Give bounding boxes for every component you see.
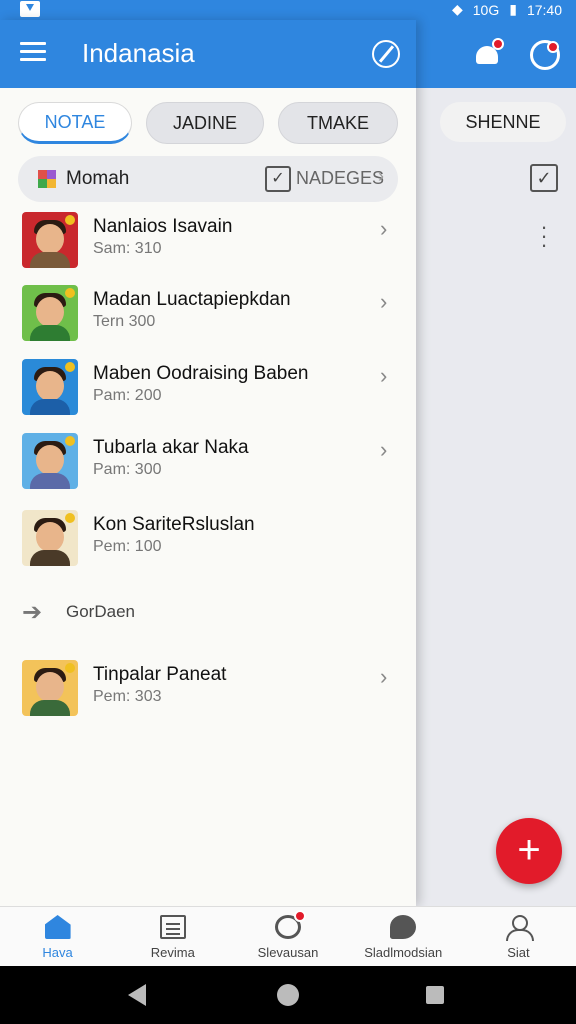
- contact-sub: Sam: 310: [93, 240, 162, 257]
- nav-label: Hava: [42, 945, 73, 960]
- nav-item-hava[interactable]: Hava: [0, 907, 115, 966]
- contact-sub: Pem: 100: [93, 538, 162, 555]
- tab-bar: NOTAE JADINE TMAKE: [18, 102, 398, 144]
- nav-item-revima[interactable]: Revima: [115, 907, 230, 966]
- chevron-right-icon: ›: [380, 216, 388, 241]
- chevron-right-icon: ›: [378, 166, 384, 186]
- filter-badge-label: NADEGES: [296, 168, 385, 188]
- menu-icon[interactable]: [20, 42, 46, 62]
- contact-name: Nanlaios Isavain: [93, 216, 233, 237]
- avatar: [22, 660, 78, 716]
- list-item[interactable]: Tubarla akar Naka Pam: 300 ›: [0, 433, 416, 503]
- tab-jadine[interactable]: JADINE: [146, 102, 264, 144]
- sync-icon[interactable]: [530, 40, 560, 70]
- more-options-icon[interactable]: · · ·: [536, 216, 552, 256]
- bottom-navigation: Hava Revima Slevausan Sladlmodsian Siat: [0, 906, 576, 966]
- filter-label: Momah: [66, 168, 130, 189]
- status-bar: ◆ 10G ▮ 17:40: [0, 0, 576, 20]
- back-icon[interactable]: [128, 984, 146, 1006]
- chevron-right-icon: ›: [380, 437, 388, 462]
- list-item[interactable]: Nanlaios Isavain Sam: 310 ›: [0, 212, 416, 282]
- chevron-right-icon: ›: [380, 363, 388, 388]
- avatar: [22, 510, 78, 566]
- arrow-right-icon: ➔: [22, 599, 43, 626]
- home-button-icon[interactable]: [277, 984, 299, 1006]
- chevron-right-icon: ›: [380, 664, 388, 689]
- section-label: GorDaen: [66, 602, 135, 621]
- network-label: 10G: [472, 1, 500, 18]
- contact-name: Tinpalar Paneat: [93, 664, 227, 685]
- app-title: Indanasia: [82, 38, 195, 68]
- avatar: [22, 433, 78, 489]
- tab-shenne[interactable]: SHENNE: [440, 102, 566, 142]
- tab-notae[interactable]: NOTAE: [18, 102, 132, 144]
- nav-label: Revima: [150, 945, 195, 960]
- tab-tmake[interactable]: TMAKE: [278, 102, 398, 144]
- reviews-icon: [159, 915, 186, 939]
- checkbox-icon[interactable]: ✓: [265, 166, 291, 192]
- avatar: [22, 359, 78, 415]
- filter-row[interactable]: Momah ✓ NADEGES ›: [18, 156, 398, 202]
- drawer-header: Indanasia: [0, 20, 416, 88]
- nav-label: Slevausan: [257, 945, 319, 960]
- nav-item-sladlmodsian[interactable]: Sladlmodsian: [346, 907, 461, 966]
- contact-sub: Tern 300: [93, 313, 156, 330]
- notification-badge: [492, 38, 504, 50]
- list-item[interactable]: Madan Luactapiepkdan Tern 300 ›: [0, 285, 416, 355]
- grid-icon: [38, 170, 56, 188]
- list-item[interactable]: Kon SariteRsluslan Pem: 100: [0, 510, 416, 580]
- profile-icon: [505, 915, 535, 941]
- add-button[interactable]: +: [496, 818, 562, 884]
- system-navigation-bar: [0, 966, 576, 1024]
- nav-label: Siat: [507, 945, 530, 960]
- contact-sub: Pem: 303: [93, 688, 162, 705]
- contact-name: Maben Oodraising Baben: [93, 363, 309, 384]
- chevron-right-icon: ›: [380, 289, 388, 314]
- checkbox-icon[interactable]: ✓: [530, 164, 558, 192]
- wifi-icon: ◆: [451, 1, 463, 17]
- download-icon: [20, 1, 40, 17]
- avatar: [22, 212, 78, 268]
- nav-item-slevausan[interactable]: Slevausan: [230, 907, 345, 966]
- clock: 17:40: [526, 1, 562, 18]
- nav-label: Sladlmodsian: [364, 945, 443, 960]
- status-indicators: ◆ 10G ▮ 17:40: [452, 1, 562, 18]
- contact-name: Madan Luactapiepkdan: [93, 289, 291, 310]
- list-item[interactable]: Maben Oodraising Baben Pam: 200 ›: [0, 359, 416, 429]
- sync-badge: [547, 41, 559, 53]
- nav-item-siat[interactable]: Siat: [461, 907, 576, 966]
- list-item[interactable]: Tinpalar Paneat Pem: 303 ›: [0, 660, 416, 730]
- battery-icon: ▮: [509, 1, 517, 17]
- contact-name: Tubarla akar Naka: [93, 437, 249, 458]
- notification-badge: [294, 910, 306, 922]
- avatar: [22, 285, 78, 341]
- social-icon: [390, 915, 417, 939]
- contact-sub: Pam: 300: [93, 461, 162, 478]
- edit-icon[interactable]: [372, 40, 400, 68]
- contact-sub: Pam: 200: [93, 387, 162, 404]
- contact-name: Kon SariteRsluslan: [93, 514, 255, 535]
- notification-bell-icon[interactable]: [472, 38, 504, 70]
- home-icon: [44, 915, 71, 939]
- recent-apps-icon[interactable]: [426, 986, 444, 1004]
- navigation-drawer: Indanasia NOTAE JADINE TMAKE Momah ✓ NAD…: [0, 20, 416, 906]
- trend-icon: [275, 910, 306, 939]
